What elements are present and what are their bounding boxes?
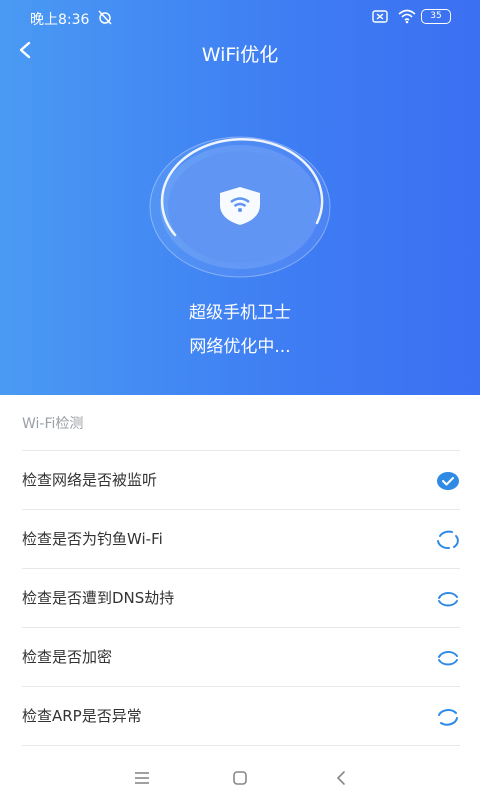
status-time: 晚上8:36 (30, 12, 90, 28)
battery-icon: 35 (421, 9, 451, 24)
check-label: 检查是否为钓鱼Wi-Fi (22, 530, 163, 548)
loading-ring-icon (437, 530, 459, 550)
loading-ring-icon (438, 650, 458, 666)
check-label: 检查是否加密 (22, 648, 113, 666)
alarm-off-icon (98, 10, 112, 25)
check-row-arp: 检查ARP是否异常 (0, 687, 480, 745)
divider (22, 745, 460, 746)
back-icon[interactable] (330, 768, 354, 788)
shield-wifi-icon (220, 187, 260, 225)
loading-ring-icon (438, 709, 458, 726)
check-label: 检查网络是否被监听 (22, 471, 158, 489)
hero-banner: 晚上8:36 35 WiFi优化 超级手机卫士 网络优化中... (0, 0, 480, 395)
app-name: 超级手机卫士 (189, 303, 291, 323)
sim-icon (372, 10, 388, 23)
check-row-dns: 检查是否遭到DNS劫持 (0, 569, 480, 627)
page-title: WiFi优化 (201, 44, 279, 66)
battery-level: 35 (430, 11, 442, 21)
check-label: 检查是否遭到DNS劫持 (22, 589, 175, 607)
wifi-status-icon (398, 9, 416, 24)
scan-status: 网络优化中... (189, 337, 291, 357)
loading-ring-icon (438, 591, 458, 607)
home-icon[interactable] (228, 768, 252, 788)
section-title: Wi-Fi检测 (22, 416, 84, 432)
menu-icon[interactable] (130, 768, 154, 788)
system-nav-bar (0, 756, 480, 800)
status-bar: 晚上8:36 35 (0, 0, 480, 34)
check-row-phishing: 检查是否为钓鱼Wi-Fi (0, 510, 480, 568)
check-row-encryption: 检查是否加密 (0, 628, 480, 686)
check-label: 检查ARP是否异常 (22, 707, 142, 725)
check-circle-icon (437, 472, 459, 490)
check-row-monitoring: 检查网络是否被监听 (0, 451, 480, 509)
